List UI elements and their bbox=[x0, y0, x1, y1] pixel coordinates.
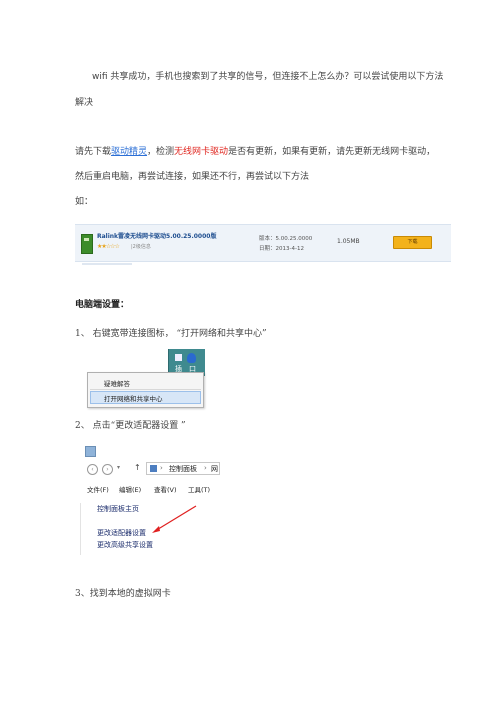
driver-date: 日期：2013-4-12 bbox=[259, 246, 304, 252]
divider bbox=[82, 263, 132, 265]
update-line-1: 请先下载驱动精灵，检测无线网卡驱动是否有更新，如果有更新，请先更新无线网卡驱动， bbox=[75, 145, 435, 159]
pc-settings-heading: 电脑端设置： bbox=[75, 300, 130, 310]
control-panel-screenshot: ‹ › ▾ ↑ › 控制面板 › 网 文件(F) 编辑(E) 查看(V) 工具(… bbox=[80, 443, 220, 555]
flag-icon bbox=[175, 354, 182, 361]
menu-separator bbox=[90, 389, 201, 390]
update-rest: 是否有更新，如果有更新，请先更新无线网卡驱动， bbox=[228, 147, 436, 157]
driver-download-strip: Ralink雷凌无线网卡驱动5.00.25.0000版 ★★☆☆☆ |2级信息 … bbox=[75, 224, 451, 262]
driver-rating: |2级信息 bbox=[131, 244, 151, 250]
driver-size: 1.05MB bbox=[337, 238, 360, 245]
wireless-driver-highlight: 无线网卡驱动 bbox=[174, 147, 229, 157]
driver-name[interactable]: Ralink雷凌无线网卡驱动5.00.25.0000版 bbox=[97, 231, 216, 240]
driver-version: 版本：5.00.25.0000 bbox=[259, 236, 313, 242]
update-prefix: 请先下载 bbox=[75, 147, 112, 157]
update-line-3: 如： bbox=[75, 197, 94, 207]
update-line-2: 然后重启电脑，再尝试连接，如果还不行，再尝试以下方法 bbox=[75, 172, 310, 182]
intro-line-2: 解决 bbox=[75, 98, 94, 108]
network-shield-icon bbox=[187, 353, 196, 363]
network-card-icon bbox=[81, 234, 93, 254]
download-button[interactable]: 下载 bbox=[393, 236, 432, 249]
intro-line-1: wifi 共享成功，手机也搜索到了共享的信号，但连接不上怎么办？可以尝试使用以下… bbox=[92, 72, 444, 82]
step-1: 1、 右键宽带连接图标， “打开网络和共享中心” bbox=[75, 329, 267, 339]
step-3: 3、找到本地的虚拟网卡 bbox=[75, 589, 171, 599]
menu-item-troubleshoot[interactable]: 疑难解答 bbox=[104, 378, 130, 388]
context-menu-screenshot: 插 口 疑难解答 打开网络和共享中心 bbox=[87, 349, 205, 408]
step-2: 2、 点击“更改适配器设置 ” bbox=[75, 421, 186, 431]
rating-stars-icon: ★★☆☆☆ bbox=[97, 243, 120, 250]
menu-item-open-network-center[interactable]: 打开网络和共享中心 bbox=[104, 393, 163, 403]
context-menu: 疑难解答 打开网络和共享中心 bbox=[87, 372, 204, 408]
driver-wizard-link[interactable]: 驱动精灵 bbox=[111, 147, 147, 157]
update-mid: ，检测 bbox=[147, 147, 175, 157]
red-arrow-icon bbox=[152, 505, 197, 533]
